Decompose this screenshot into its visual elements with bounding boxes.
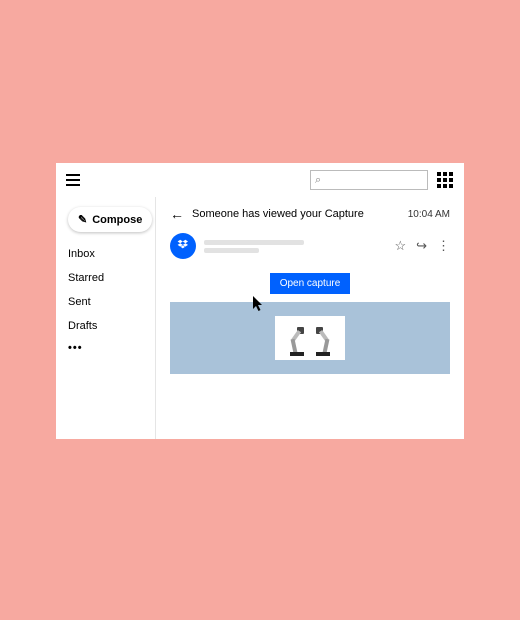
capture-preview[interactable] xyxy=(170,302,450,374)
back-arrow-icon[interactable]: ← xyxy=(170,207,184,221)
compose-label: Compose xyxy=(92,214,142,226)
robot-left-graphic xyxy=(287,326,307,356)
sidebar-item-drafts[interactable]: Drafts xyxy=(68,318,145,334)
message-header: ← Someone has viewed your Capture 10:04 … xyxy=(170,207,450,221)
robot-right-graphic xyxy=(313,326,333,356)
preview-thumbnail xyxy=(275,316,345,360)
message-pane: ← Someone has viewed your Capture 10:04 … xyxy=(156,197,464,439)
sender-row: ☆ ↪ ⋮ xyxy=(170,233,450,259)
sender-placeholder xyxy=(204,240,386,253)
open-button-row: Open capture xyxy=(170,273,450,294)
message-time: 10:04 AM xyxy=(408,209,450,220)
compose-button[interactable]: ✎ Compose xyxy=(68,207,152,232)
message-subject: Someone has viewed your Capture xyxy=(192,208,400,220)
sidebar-more-icon[interactable]: ••• xyxy=(68,342,145,354)
search-icon: ⌕ xyxy=(315,174,321,187)
pencil-icon: ✎ xyxy=(78,213,87,226)
sidebar: ✎ Compose Inbox Starred Sent Drafts ••• xyxy=(56,197,156,439)
dropbox-logo-icon xyxy=(175,238,191,254)
star-icon[interactable]: ☆ xyxy=(394,238,406,254)
open-capture-button[interactable]: Open capture xyxy=(270,273,351,294)
topbar: ⌕ xyxy=(56,163,464,197)
email-app-window: ⌕ ✎ Compose Inbox Starred Sent Drafts ••… xyxy=(56,163,464,439)
sidebar-item-inbox[interactable]: Inbox xyxy=(68,246,145,262)
more-icon[interactable]: ⋮ xyxy=(437,238,450,254)
sidebar-item-starred[interactable]: Starred xyxy=(68,270,145,286)
search-box[interactable]: ⌕ xyxy=(310,170,428,190)
apps-grid-icon[interactable] xyxy=(436,171,454,189)
avatar xyxy=(170,233,196,259)
sidebar-item-sent[interactable]: Sent xyxy=(68,294,145,310)
search-input[interactable] xyxy=(325,175,423,186)
message-actions: ☆ ↪ ⋮ xyxy=(394,238,450,254)
menu-icon[interactable] xyxy=(66,171,84,189)
reply-icon[interactable]: ↪ xyxy=(416,238,427,254)
app-body: ✎ Compose Inbox Starred Sent Drafts ••• … xyxy=(56,197,464,439)
